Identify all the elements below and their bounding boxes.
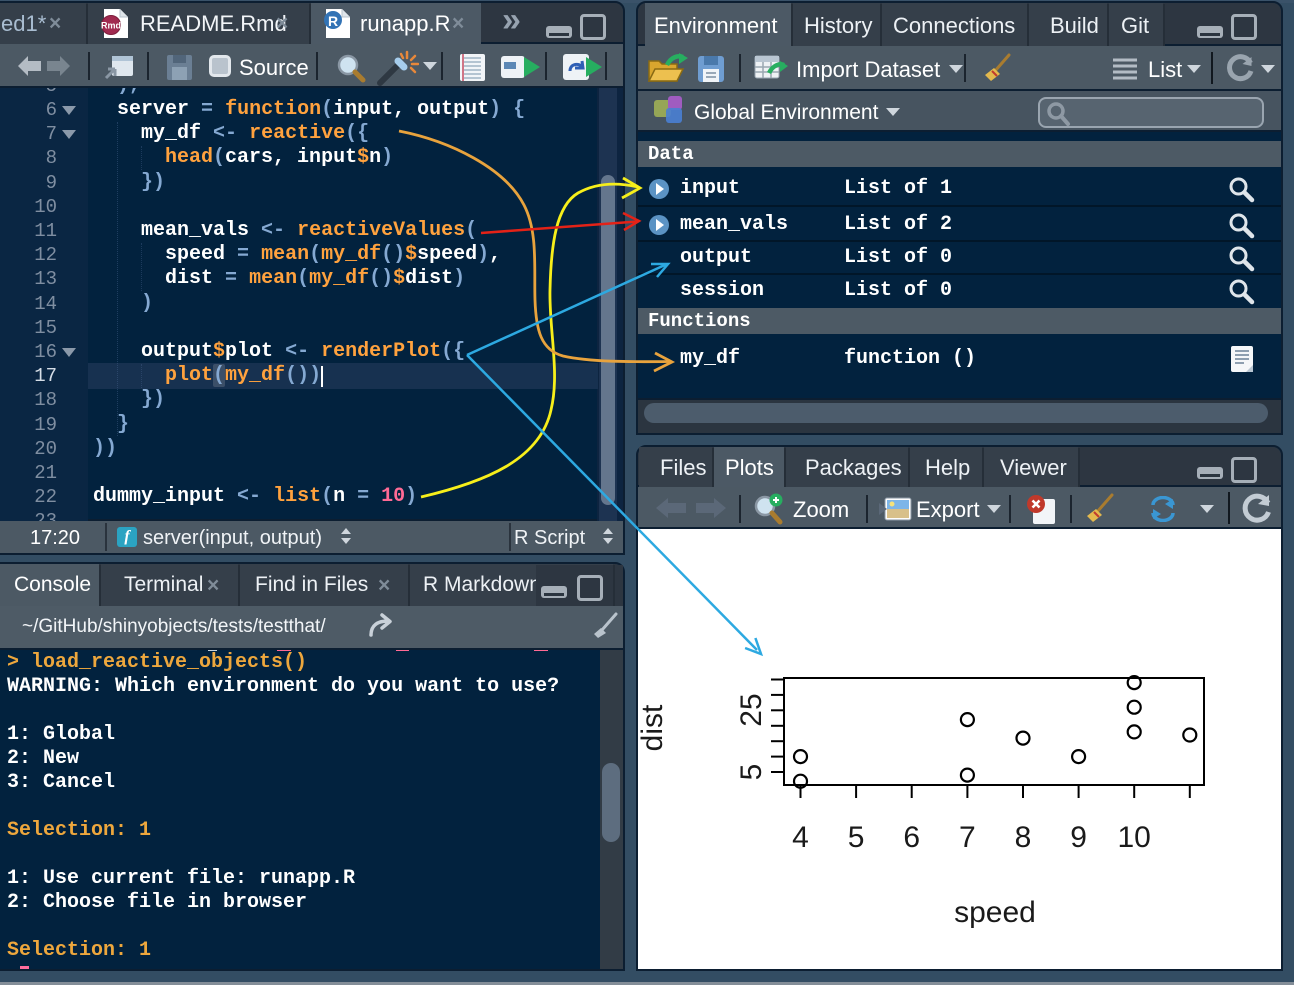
svg-text:7: 7 [959,821,976,854]
svg-text:10: 10 [1118,821,1151,854]
svg-text:9: 9 [1070,821,1087,854]
svg-text:dist: dist [638,704,669,751]
svg-text:6: 6 [903,821,920,854]
svg-text:5: 5 [848,821,865,854]
svg-text:5: 5 [735,764,768,781]
svg-text:8: 8 [1015,821,1032,854]
svg-text:4: 4 [792,821,809,854]
svg-text:R: R [328,13,338,29]
svg-text:25: 25 [735,693,768,726]
svg-text:speed: speed [954,896,1036,929]
svg-text:Rmd: Rmd [101,21,121,31]
